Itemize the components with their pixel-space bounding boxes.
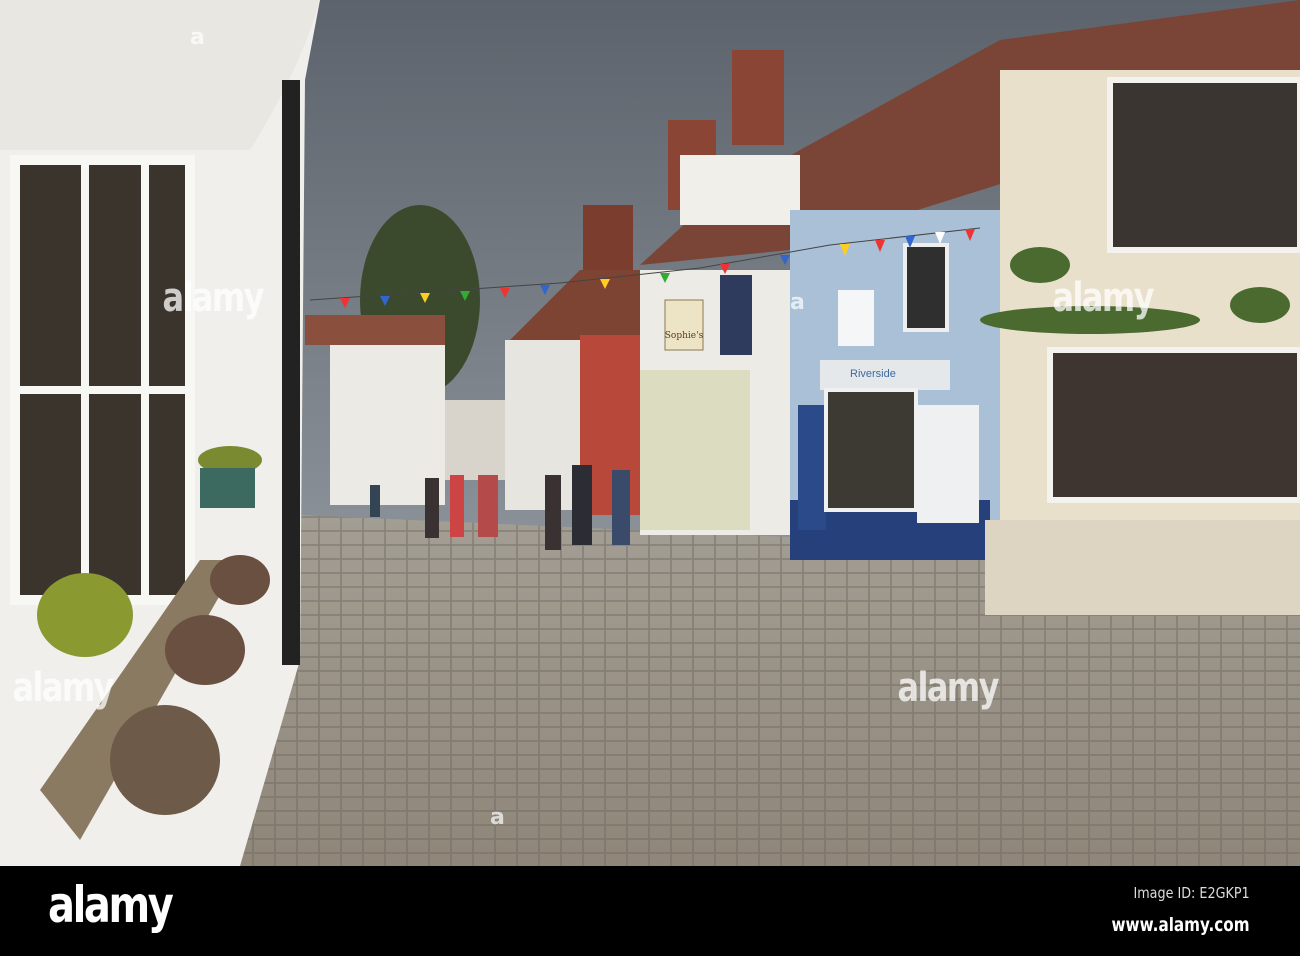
watermark: alamy [12, 665, 115, 711]
riverside-hanging-sign [838, 290, 874, 346]
watermark: alamy [897, 665, 1000, 711]
image-id: Image ID: E2GKP1 [1133, 884, 1250, 902]
salon-poster [917, 405, 979, 523]
alamy-logo: alamy [48, 876, 174, 934]
shop-window [10, 155, 195, 605]
bay-window [1047, 347, 1300, 503]
chimney [732, 50, 784, 145]
blue-door [798, 405, 826, 530]
street-photo: Sophie's Riverside [0, 0, 1300, 866]
watermark-mark: a [490, 805, 505, 830]
site-url: www.alamy.com [1111, 914, 1250, 936]
sophies-sign [664, 299, 704, 351]
sophies-sign-text: Sophie's [665, 331, 704, 341]
riverside-shopfront-text: Riverside [850, 368, 896, 380]
watermark: alamy [1052, 275, 1155, 321]
watermark-mark: a [190, 25, 205, 50]
watermark: alamy [162, 275, 265, 321]
drainpipe [282, 80, 300, 665]
footer-bar: alamy Image ID: E2GKP1 www.alamy.com [0, 866, 1300, 956]
watermark-mark: a [790, 290, 805, 315]
